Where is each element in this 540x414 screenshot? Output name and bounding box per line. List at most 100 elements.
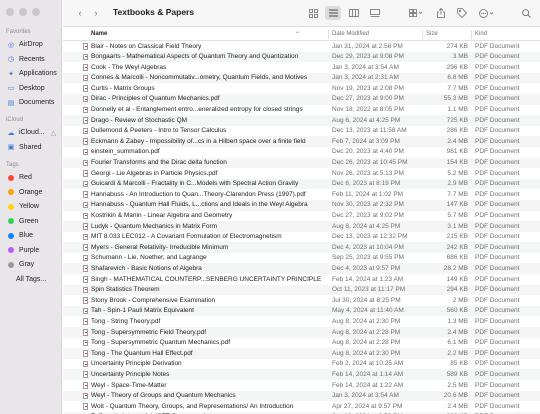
- name-column-header[interactable]: Name: [91, 31, 107, 37]
- sidebar-item-blue[interactable]: Blue: [3, 229, 59, 242]
- sidebar-item-yellow[interactable]: Yellow: [3, 200, 59, 213]
- file-name: Spin Statistics Theorem: [91, 286, 160, 294]
- file-kind: PDF Document: [475, 222, 520, 230]
- file-name: Schumann - Lie, Noether, and Lagrange: [91, 254, 207, 262]
- file-row[interactable]: Schumann - Lie, Noether, and Lagrange Sep…: [63, 253, 540, 264]
- file-row[interactable]: Tong - String Theory.pdf Aug 8, 2024 at 2…: [63, 316, 540, 327]
- file-name: Dullemond & Peeters - Intro to Tensor Ca…: [91, 127, 227, 135]
- kind-column-header[interactable]: Kind: [475, 31, 487, 37]
- minimize-window-button[interactable]: [19, 8, 27, 16]
- file-name: Weyl - Space-Time-Matter: [91, 381, 167, 389]
- sidebar-item-label: Shared: [19, 143, 42, 151]
- sidebar-item-airdrop[interactable]: ◎ AirDrop: [3, 38, 59, 51]
- file-kind: PDF Document: [475, 243, 520, 251]
- file-row[interactable]: Uncertainty Principle Derivation Feb 2, 2…: [63, 359, 540, 370]
- sidebar-item-shared[interactable]: ▣ Shared: [3, 141, 59, 154]
- file-row[interactable]: Woit - Quantum Theory, Groups, and Repre…: [63, 401, 540, 412]
- file-row[interactable]: Drago - Review of Stochastic QM Aug 6, 20…: [63, 115, 540, 126]
- file-row[interactable]: Cook - The Weyl Algebras Jan 3, 2024 at 3…: [63, 62, 540, 73]
- group-grid-icon: [409, 9, 423, 17]
- sidebar-item-label: Green: [19, 217, 39, 225]
- file-row[interactable]: Hannabuss - Quantum Hall Fluids, L...cti…: [63, 199, 540, 211]
- sidebar-item-desktop[interactable]: ▭ Desktop: [3, 82, 59, 95]
- file-kind: PDF Document: [475, 106, 520, 114]
- file-date-modified: Dec 27, 2023 at 9:02 PM: [332, 212, 404, 219]
- file-row[interactable]: Weyl - Space-Time-Matter Feb 14, 2024 at …: [63, 380, 540, 391]
- file-row[interactable]: Blair - Notes on Classical Field Theory J…: [63, 41, 540, 52]
- sidebar-item-green[interactable]: Green: [3, 215, 59, 228]
- file-size: 2.5 MB: [447, 381, 468, 389]
- file-size: 55.3 MB: [443, 95, 468, 103]
- sidebar-item-purple[interactable]: Purple: [3, 244, 59, 257]
- file-name: Dirac - Principles of Quantum Mechanics.…: [91, 95, 220, 103]
- search-button[interactable]: [520, 6, 532, 20]
- sidebar-item-label: Recents: [19, 55, 45, 63]
- forward-button[interactable]: ›: [91, 6, 101, 20]
- sidebar-item-recents[interactable]: ◷ Recents: [3, 53, 59, 66]
- file-kind: PDF Document: [475, 127, 520, 135]
- file-row[interactable]: Stony Brook - Comprehensive Examination J…: [63, 295, 540, 306]
- file-row[interactable]: Dullemond & Peeters - Intro to Tensor Ca…: [63, 126, 540, 137]
- sidebar-item-documents[interactable]: ▤ Documents: [3, 96, 59, 109]
- date-modified-column-header[interactable]: Date Modified: [332, 31, 369, 37]
- back-button[interactable]: ‹: [75, 6, 85, 20]
- file-row[interactable]: Guicardi & Marcolli - Fractality in C...…: [63, 178, 540, 190]
- file-row[interactable]: Connes & Marcolli - Noncommutativ...omet…: [63, 72, 540, 84]
- file-date-modified: Jul 30, 2024 at 8:25 PM: [332, 296, 401, 304]
- sidebar-item-orange[interactable]: Orange: [3, 186, 59, 199]
- file-row[interactable]: Spin Statistics Theorem Oct 11, 2023 at 1…: [63, 284, 540, 296]
- file-row[interactable]: Kostrikin & Manin - Linear Algebra and G…: [63, 211, 540, 222]
- file-date-modified: Feb 2, 2024 at 10:25 AM: [332, 360, 404, 368]
- file-row[interactable]: Myers - General Relativity- Irreducible …: [63, 242, 540, 253]
- file-row[interactable]: Curtis - Matrix Groups Nov 19, 2023 at 2:…: [63, 83, 540, 94]
- file-row[interactable]: Tong - Supersymmetric Field Theory.pdf Au…: [63, 327, 540, 338]
- file-kind: PDF Document: [475, 307, 520, 315]
- file-row[interactable]: Bongaarts - Mathematical Aspects of Quan…: [63, 51, 540, 63]
- file-row[interactable]: Georgi - Lie Algebras in Particle Physic…: [63, 168, 540, 179]
- sidebar-item-icloud[interactable]: ☁ iCloud... △: [3, 126, 59, 139]
- file-row[interactable]: Eckmann & Zabey - Impossibility of...cs …: [63, 136, 540, 147]
- pdf-file-icon: [83, 286, 88, 294]
- sidebar-item-applications[interactable]: ✦ Applications: [3, 67, 59, 80]
- file-size: 5.7 MB: [447, 212, 468, 219]
- sidebar-item-gray[interactable]: Gray: [3, 258, 59, 271]
- zoom-window-button[interactable]: [32, 8, 40, 16]
- close-window-button[interactable]: [6, 8, 14, 16]
- column-view-button[interactable]: [347, 6, 361, 20]
- file-row[interactable]: Fourier Transforms and the Dirac delta f…: [63, 157, 540, 169]
- file-row[interactable]: Uncertainty Principle Notes Feb 14, 2024 …: [63, 369, 540, 380]
- file-date-modified: Nov 18, 2022 at 8:05 PM: [332, 106, 404, 114]
- file-row[interactable]: Weyl - Theory of Groups and Quantum Mech…: [63, 390, 540, 402]
- file-kind: PDF Document: [475, 286, 520, 294]
- file-row[interactable]: Tah - Spin-1 Pauli Matrix Equivalent May …: [63, 305, 540, 317]
- size-column-header[interactable]: Size: [426, 31, 438, 37]
- file-row[interactable]: Hannabuss - An Introduction to Quan...Th…: [63, 189, 540, 200]
- file-row[interactable]: Shafarevich - Basic Notions of Algebra De…: [63, 263, 540, 275]
- file-date-modified: Aug 8, 2024 at 2:30 PM: [332, 349, 401, 357]
- file-row[interactable]: Donnelly et al - Entanglement entro...en…: [63, 105, 540, 116]
- icon-view-button[interactable]: [306, 6, 320, 20]
- file-row[interactable]: Tong - The Quantum Hall Effect.pdf Aug 8,…: [63, 348, 540, 359]
- tags-section-header: Tags: [6, 162, 19, 168]
- file-row[interactable]: einstein_summation.pdf Dec 20, 2023 at 4:…: [63, 147, 540, 158]
- file-row[interactable]: Tong - Supersymmetric Quantum Mechanics.…: [63, 338, 540, 349]
- file-row[interactable]: Ludyk - Quantum Mechanics in Matrix Form…: [63, 221, 540, 232]
- sidebar-item-red[interactable]: Red: [3, 171, 59, 184]
- file-size: 2.4 MB: [447, 402, 468, 410]
- share-button[interactable]: [434, 6, 448, 20]
- sidebar-item-label: Documents: [19, 99, 55, 106]
- file-kind: PDF Document: [475, 317, 520, 325]
- file-date-modified: Aug 8, 2024 at 4:25 PM: [332, 222, 401, 230]
- file-date-modified: Feb 14, 2024 at 1:22 AM: [332, 381, 404, 389]
- more-actions-button[interactable]: [477, 6, 497, 20]
- group-by-button[interactable]: [406, 6, 426, 20]
- sidebar-item-all-tags[interactable]: All Tags...: [3, 273, 59, 286]
- tag-button[interactable]: [455, 6, 469, 20]
- pdf-file-icon: [83, 170, 88, 177]
- gallery-view-button[interactable]: [368, 6, 382, 20]
- list-view-button[interactable]: [325, 6, 341, 20]
- file-row[interactable]: MIT 8.033 LEC012 - A Covariant Formulati…: [63, 232, 540, 243]
- file-row[interactable]: Dirac - Principles of Quantum Mechanics.…: [63, 93, 540, 105]
- sidebar-item-label: Blue: [19, 232, 34, 239]
- file-row[interactable]: Singh - MATHEMATICAL COUNTERP...SENBERG …: [63, 274, 540, 285]
